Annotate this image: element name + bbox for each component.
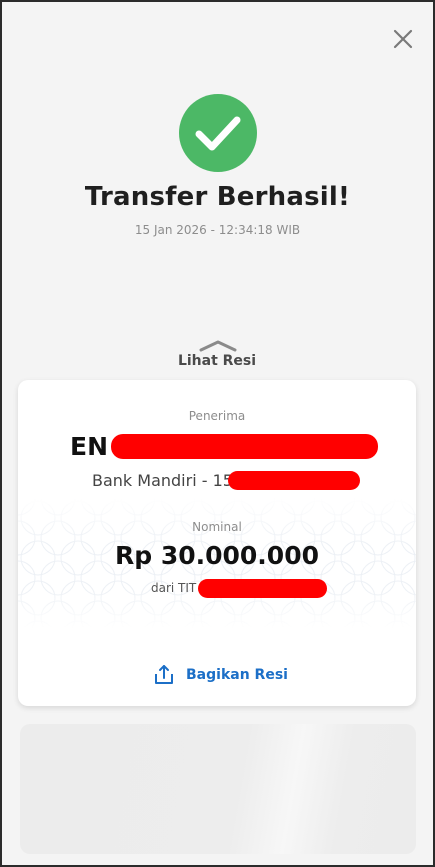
redaction-bar (228, 471, 360, 490)
transfer-amount: Rp 30.000.000 (114, 541, 319, 570)
recipient-name: EN (70, 432, 109, 461)
page-title: Transfer Berhasil! (84, 182, 351, 212)
check-circle-icon (179, 94, 257, 172)
recipient-bank-account: Bank Mandiri - 15 (92, 471, 233, 490)
app-screen: Transfer Berhasil! 15 Jan 2026 - 12:34:1… (0, 0, 435, 867)
redaction-bar (111, 434, 378, 459)
share-icon (155, 665, 173, 684)
amount-label: Nominal (192, 520, 242, 534)
source-account: dari TIT (151, 581, 197, 595)
recipient-label: Penerima (188, 409, 246, 423)
share-receipt-button[interactable]: Bagikan Resi (152, 662, 288, 688)
close-icon (393, 29, 413, 49)
view-receipt-label: Lihat Resi (177, 353, 257, 369)
chevron-up-icon (199, 340, 237, 352)
loading-placeholder-card (20, 724, 416, 854)
redaction-bar (198, 579, 327, 598)
receipt-card: Penerima EN Bank Mandiri - 15 Nominal Rp… (18, 380, 416, 706)
view-receipt-toggle[interactable]: Lihat Resi (167, 338, 267, 374)
transaction-timestamp: 15 Jan 2026 - 12:34:18 WIB (134, 223, 301, 237)
share-receipt-label: Bagikan Resi (186, 667, 288, 683)
close-button[interactable] (388, 24, 418, 54)
